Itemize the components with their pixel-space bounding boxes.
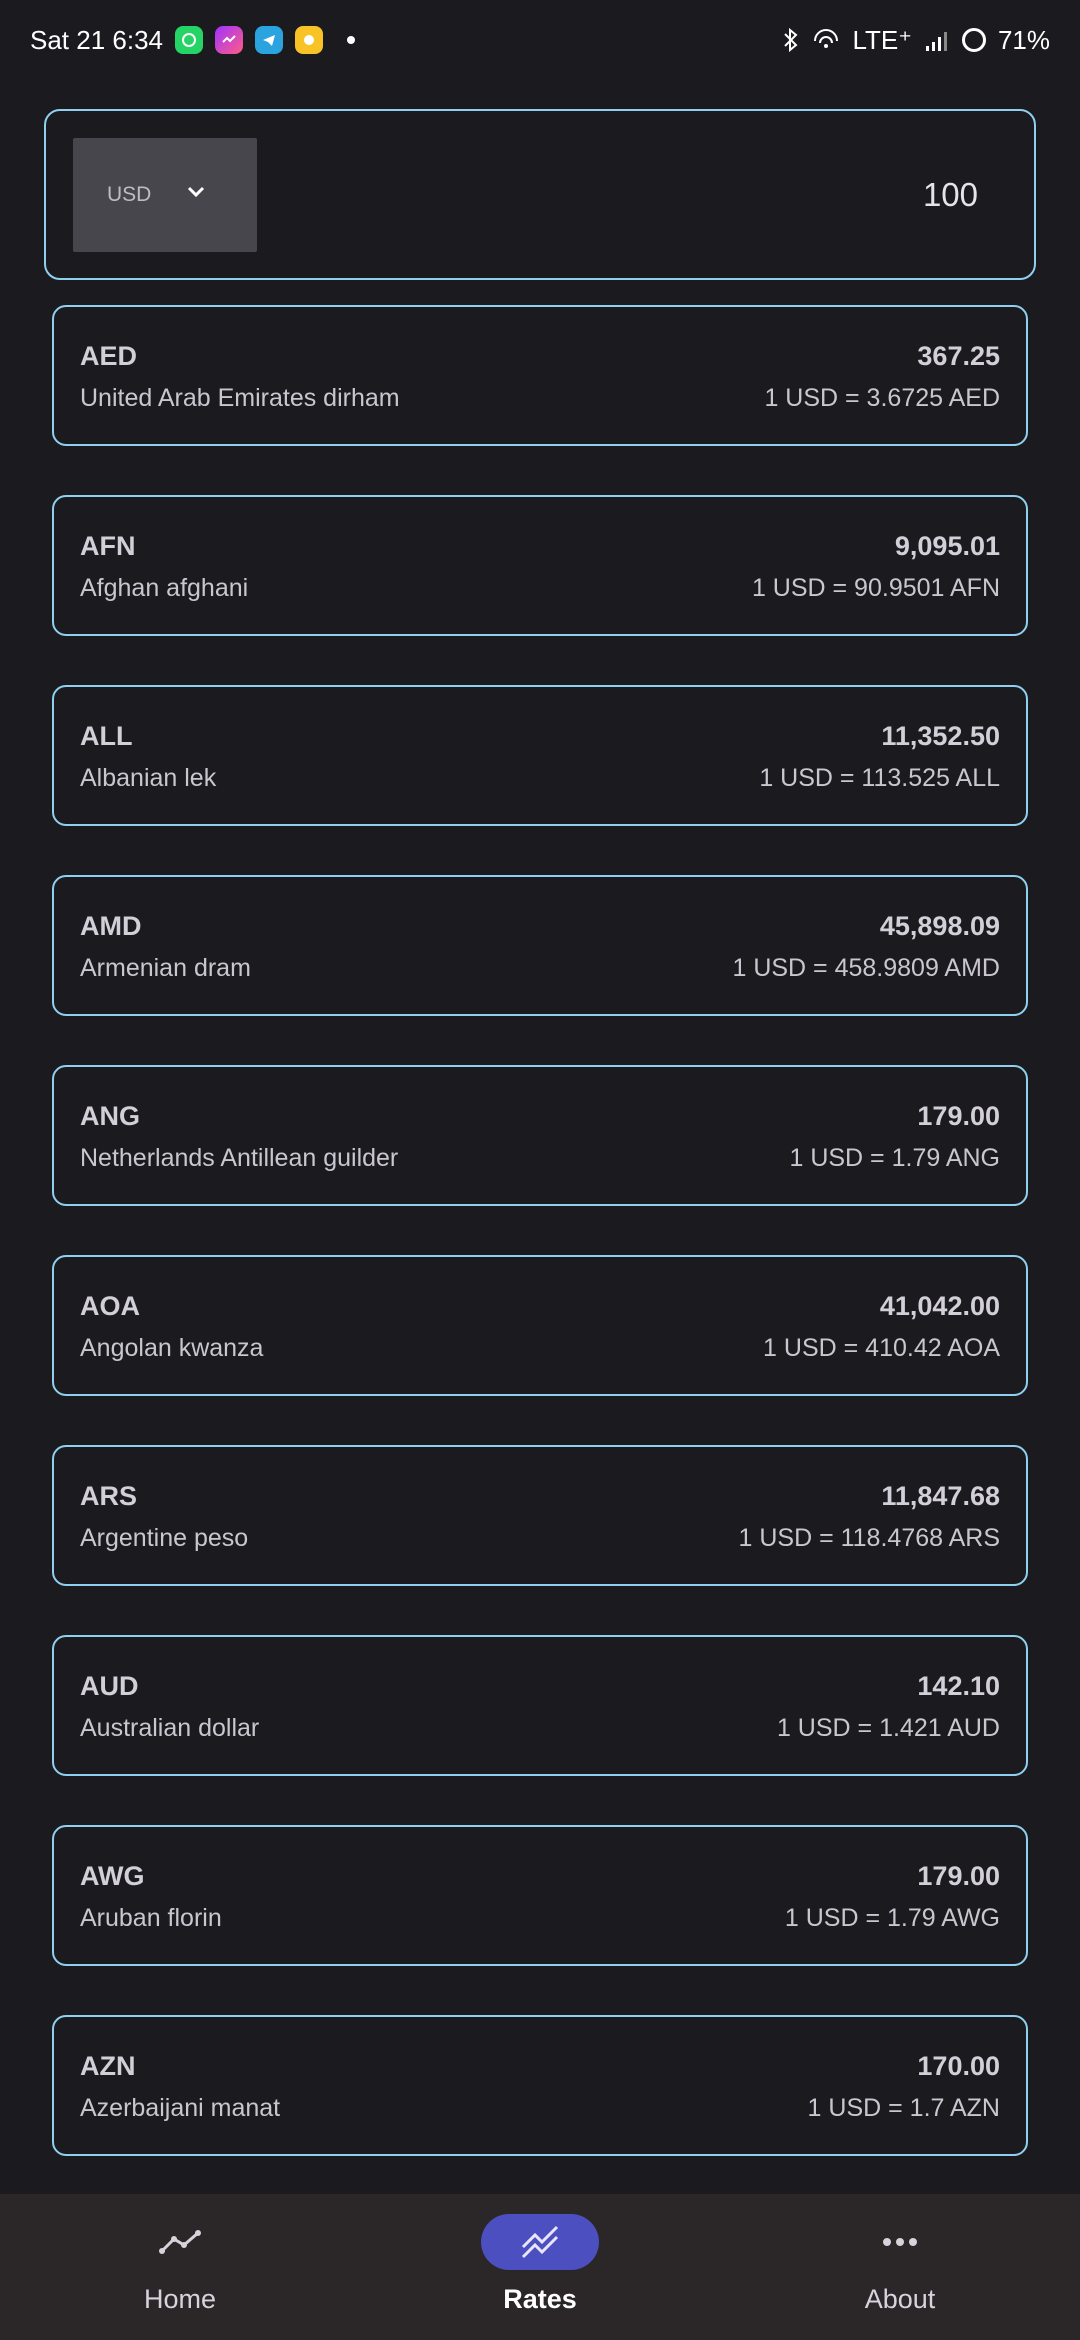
bottom-navigation: Home Rates About [0, 2194, 1080, 2340]
nav-about-label: About [864, 2284, 936, 2314]
line-chart-icon [159, 2230, 201, 2254]
exchange-rate: 1 USD = 3.6725 AED [764, 384, 1000, 412]
hotspot-icon [814, 29, 839, 48]
currency-code: AMD [80, 911, 142, 941]
more-horizontal-icon [883, 2238, 917, 2246]
currency-code: AED [80, 341, 138, 371]
converter-card: USD 100 [44, 109, 1036, 280]
telegram-icon [255, 26, 283, 54]
currency-name: Argentine peso [80, 1524, 249, 1552]
base-currency-dropdown[interactable]: USD [73, 138, 257, 252]
nav-home-icon-wrap [121, 2214, 239, 2270]
nav-about-icon-wrap [841, 2214, 959, 2270]
exchange-rate: 1 USD = 410.42 AOA [763, 1334, 1000, 1362]
currency-name: Afghan afghani [80, 574, 249, 602]
chevron-down-icon [187, 186, 205, 198]
exchange-rate: 1 USD = 113.525 ALL [759, 764, 1000, 792]
nav-about[interactable]: About [720, 2194, 1080, 2340]
list-item[interactable]: ANG 179.00 Netherlands Antillean guilder… [52, 1065, 1028, 1206]
yellow-app-icon [295, 26, 323, 54]
currency-code: ALL [80, 721, 133, 751]
status-bar-right: LTE⁺ 71% [782, 25, 1050, 56]
converted-amount: 367.25 [917, 341, 1000, 371]
exchange-rate: 1 USD = 1.7 AZN [807, 2094, 1000, 2122]
whatsapp-icon [175, 26, 203, 54]
currency-code: AOA [80, 1291, 140, 1321]
currency-name: Australian dollar [80, 1714, 260, 1742]
list-item[interactable]: AZN 170.00 Azerbaijani manat 1 USD = 1.7… [52, 2015, 1028, 2156]
more-notifications-dot [347, 36, 355, 44]
currency-name: United Arab Emirates dirham [80, 384, 400, 412]
list-item[interactable]: ALL 11,352.50 Albanian lek 1 USD = 113.5… [52, 685, 1028, 826]
base-currency-label: USD [107, 183, 152, 206]
list-item[interactable]: AMD 45,898.09 Armenian dram 1 USD = 458.… [52, 875, 1028, 1016]
currency-code: AUD [80, 1671, 139, 1701]
converted-amount: 41,042.00 [879, 1291, 1000, 1321]
network-type: LTE⁺ [852, 24, 912, 55]
exchange-rate: 1 USD = 458.9809 AMD [732, 954, 1000, 982]
amount-input[interactable]: 100 [923, 176, 978, 214]
rate-list: AED 367.25 United Arab Emirates dirham 1… [52, 305, 1028, 2205]
list-item[interactable]: ARS 11,847.68 Argentine peso 1 USD = 118… [52, 1445, 1028, 1586]
status-bar: Sat 21 6:34 LTE⁺ 71% [0, 0, 1080, 80]
signal-icon [925, 32, 947, 51]
converted-amount: 11,847.68 [881, 1481, 1000, 1511]
currency-name: Netherlands Antillean guilder [80, 1144, 399, 1172]
currency-name: Azerbaijani manat [80, 2094, 281, 2122]
exchange-rate: 1 USD = 90.9501 AFN [751, 574, 1000, 602]
converted-amount: 9,095.01 [894, 531, 1000, 561]
bluetooth-icon [784, 27, 798, 53]
converted-amount: 179.00 [917, 1101, 1000, 1131]
messenger-icon [215, 26, 243, 54]
converted-amount: 170.00 [917, 2051, 1000, 2081]
nav-rates-icon-wrap [481, 2214, 599, 2270]
battery-level: 71% [997, 24, 1050, 55]
nav-rates-label: Rates [503, 2284, 577, 2314]
currency-code: ANG [80, 1101, 140, 1131]
converted-amount: 11,352.50 [881, 721, 1000, 751]
currency-name: Aruban florin [80, 1904, 222, 1932]
currency-code: AFN [80, 531, 136, 561]
exchange-rate: 1 USD = 1.79 AWG [784, 1904, 1000, 1932]
exchange-rate: 1 USD = 1.79 ANG [789, 1144, 1000, 1172]
status-time: Sat 21 6:34 [30, 24, 163, 55]
exchange-rate: 1 USD = 1.421 AUD [776, 1714, 1000, 1742]
currency-code: AWG [80, 1861, 145, 1891]
list-item[interactable]: AOA 41,042.00 Angolan kwanza 1 USD = 410… [52, 1255, 1028, 1396]
nav-rates[interactable]: Rates [360, 2194, 720, 2340]
list-item[interactable]: AFN 9,095.01 Afghan afghani 1 USD = 90.9… [52, 495, 1028, 636]
converted-amount: 142.10 [917, 1671, 1000, 1701]
nav-home[interactable]: Home [0, 2194, 360, 2340]
currency-name: Albanian lek [80, 764, 217, 792]
status-bar-left: Sat 21 6:34 [30, 25, 355, 56]
currency-name: Armenian dram [80, 954, 251, 982]
list-item[interactable]: AWG 179.00 Aruban florin 1 USD = 1.79 AW… [52, 1825, 1028, 1966]
currency-name: Angolan kwanza [80, 1334, 264, 1362]
list-item[interactable]: AUD 142.10 Australian dollar 1 USD = 1.4… [52, 1635, 1028, 1776]
nav-home-label: Home [143, 2284, 217, 2314]
list-item[interactable]: AED 367.25 United Arab Emirates dirham 1… [52, 305, 1028, 446]
converted-amount: 45,898.09 [879, 911, 1000, 941]
battery-icon [961, 28, 986, 52]
currency-code: AZN [80, 2051, 136, 2081]
trending-icon [521, 2225, 559, 2259]
exchange-rate: 1 USD = 118.4768 ARS [738, 1524, 1000, 1552]
converted-amount: 179.00 [917, 1861, 1000, 1891]
currency-code: ARS [80, 1481, 138, 1511]
